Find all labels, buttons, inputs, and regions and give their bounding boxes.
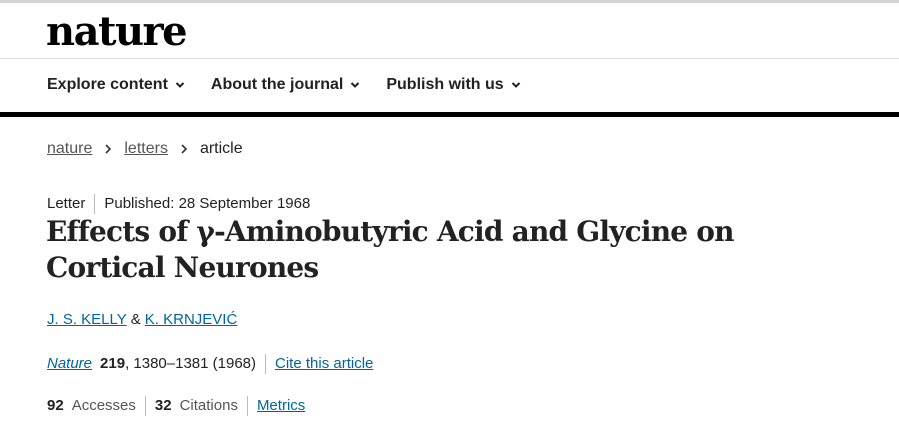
author-link-krnjevic[interactable]: K. KRNJEVIĆ — [145, 311, 238, 328]
citations-count: 32 — [154, 397, 172, 414]
nav-about-journal[interactable]: About the journal — [211, 74, 360, 96]
article-type: Letter — [47, 195, 86, 212]
accesses-label: Accesses — [71, 397, 136, 414]
page-range: , 1380–1381 (1968) — [125, 355, 257, 372]
breadcrumb: nature letters article — [47, 139, 243, 159]
cite-article-link[interactable]: Cite this article — [275, 354, 373, 374]
divider — [144, 396, 146, 416]
breadcrumb-nature[interactable]: nature — [47, 139, 92, 159]
header-divider — [0, 58, 899, 59]
header-black-bar — [0, 112, 899, 117]
publish-date: Published: 28 September 1968 — [104, 195, 311, 212]
article-meta: Letter Published: 28 September 1968 — [47, 194, 310, 214]
author-list: J. S. KELLY & K. KRNJEVIĆ — [47, 310, 237, 330]
metrics-line: 92 Accesses 32 Citations Metrics — [47, 396, 305, 416]
author-link-kelly[interactable]: J. S. KELLY — [47, 311, 127, 328]
citation-line: Nature 219, 1380–1381 (1968) Cite this a… — [47, 354, 373, 374]
divider — [246, 396, 248, 416]
breadcrumb-current: article — [199, 140, 243, 157]
chevron-down-icon — [175, 82, 185, 88]
nature-logo[interactable]: nature — [46, 8, 188, 56]
nav-publish-with-us-label: Publish with us — [386, 76, 504, 93]
author-separator: & — [130, 311, 141, 328]
chevron-down-icon — [351, 82, 360, 88]
metrics-link[interactable]: Metrics — [257, 396, 305, 416]
main-nav: Explore content About the journal Publis… — [47, 74, 521, 96]
nav-explore-content-label: Explore content — [47, 76, 168, 93]
citations-label: Citations — [179, 397, 238, 414]
chevron-right-icon — [181, 144, 188, 154]
volume-number: 219 — [100, 355, 126, 372]
article-title: Effects of γ-Aminobutyric Acid and Glyci… — [46, 215, 734, 284]
nav-publish-with-us[interactable]: Publish with us — [386, 74, 520, 96]
chevron-down-icon — [511, 82, 520, 88]
divider — [94, 194, 96, 214]
chevron-right-icon — [105, 144, 112, 154]
breadcrumb-letters[interactable]: letters — [124, 139, 168, 159]
accesses-count: 92 — [47, 397, 64, 414]
divider — [265, 354, 267, 374]
journal-link[interactable]: Nature — [47, 354, 92, 374]
top-border — [0, 0, 899, 3]
nav-about-journal-label: About the journal — [210, 76, 344, 93]
nav-explore-content[interactable]: Explore content — [47, 74, 185, 96]
